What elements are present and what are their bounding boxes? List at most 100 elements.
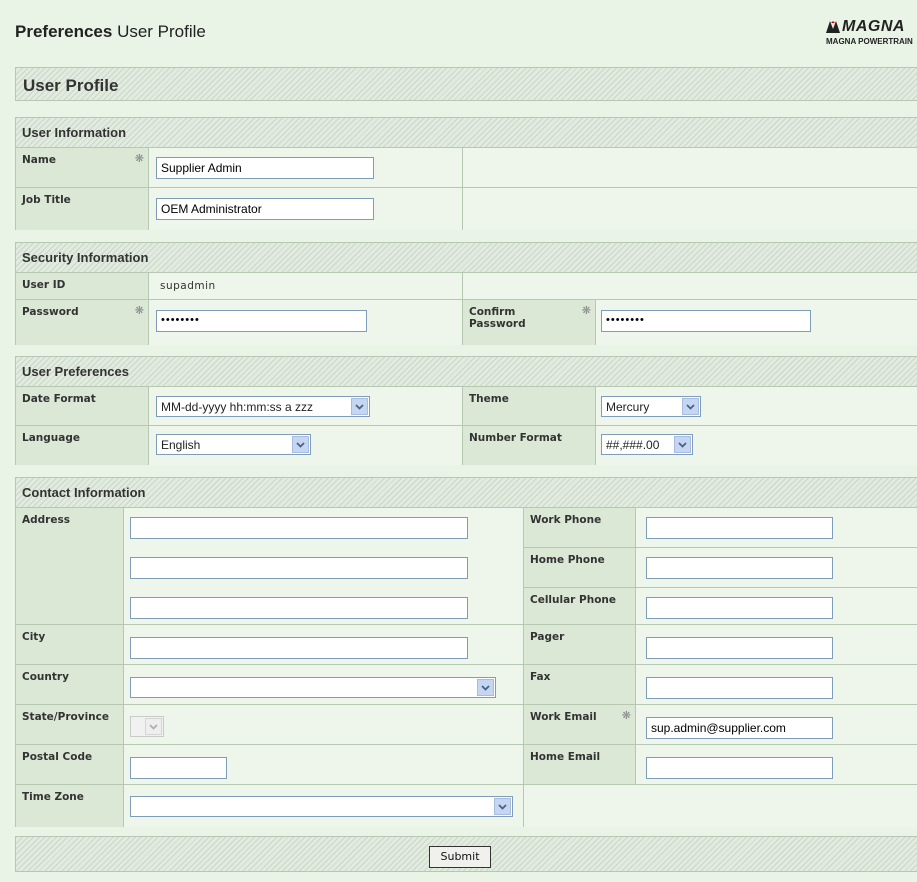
page-title-page: User Profile (112, 22, 206, 41)
postal-label-cell: Postal Code (16, 745, 124, 785)
timezone-label-cell: Time Zone (16, 785, 124, 827)
chevron-down-icon[interactable] (494, 798, 511, 815)
section-title: Security Information (22, 250, 149, 265)
cell-phone-label-cell: Cellular Phone (524, 588, 636, 625)
empty-cell (463, 273, 917, 300)
pager-label-cell: Pager (524, 625, 636, 665)
section-header: Contact Information (16, 478, 917, 508)
userid-label-cell: User ID (16, 273, 149, 300)
name-label: Name (22, 154, 56, 166)
timezone-select[interactable] (130, 796, 513, 817)
fax-label: Fax (530, 671, 551, 683)
date-format-select[interactable]: MM-dd-yyyy hh:mm:ss a zzz (156, 396, 370, 417)
theme-value: Mercury (606, 400, 650, 414)
state-value-cell (124, 705, 524, 745)
theme-select[interactable]: Mercury (601, 396, 701, 417)
city-label: City (22, 631, 46, 643)
magna-mark-icon (826, 21, 840, 33)
number-format-label: Number Format (469, 432, 562, 444)
chevron-down-icon[interactable] (477, 679, 494, 696)
chevron-down-icon[interactable] (682, 398, 699, 415)
pager-input[interactable] (646, 637, 833, 659)
name-label-cell: Name ❋ (16, 148, 149, 188)
job-title-label: Job Title (22, 194, 71, 206)
work-email-label: Work Email (530, 711, 597, 723)
timezone-label: Time Zone (22, 791, 84, 803)
address-label-cell: Address (16, 508, 124, 625)
userid-value: supadmin (160, 280, 216, 292)
date-format-label: Date Format (22, 393, 96, 405)
job-title-input[interactable]: OEM Administrator (156, 198, 374, 220)
profile-title: User Profile (23, 76, 119, 95)
user-preferences-section: User Preferences Date Format Theme Langu… (15, 356, 917, 465)
theme-label: Theme (469, 393, 509, 405)
confirm-password-label-cell: Confirm Password ❋ (463, 300, 596, 345)
work-email-label-cell: Work Email ❋ (524, 705, 636, 745)
section-header: User Information (16, 118, 917, 148)
country-select[interactable] (130, 677, 496, 698)
state-label: State/Province (22, 711, 109, 723)
postal-code-input[interactable] (130, 757, 227, 779)
state-select[interactable] (130, 716, 164, 737)
address-line3-input[interactable] (130, 597, 468, 619)
number-format-value: ##,###.00 (606, 438, 660, 452)
fax-input[interactable] (646, 677, 833, 699)
empty-cell (524, 785, 917, 827)
logo-bottom-text: MAGNA POWERTRAIN (826, 37, 913, 46)
home-phone-label: Home Phone (530, 554, 605, 566)
userid-label: User ID (22, 279, 66, 291)
work-phone-label-cell: Work Phone (524, 508, 636, 548)
userid-value-cell: supadmin (149, 273, 463, 300)
work-phone-label: Work Phone (530, 514, 602, 526)
cell-phone-input[interactable] (646, 597, 833, 619)
home-phone-input[interactable] (646, 557, 833, 579)
date-format-label-cell: Date Format (16, 387, 149, 426)
section-title: User Information (22, 125, 127, 140)
section-title: Contact Information (22, 485, 146, 500)
postal-label: Postal Code (22, 751, 93, 763)
address-label: Address (22, 514, 70, 526)
chevron-down-icon[interactable] (351, 398, 368, 415)
page-title: Preferences User Profile (15, 22, 206, 42)
number-format-select[interactable]: ##,###.00 (601, 434, 693, 455)
home-email-input[interactable] (646, 757, 833, 779)
password-label-cell: Password ❋ (16, 300, 149, 345)
language-label: Language (22, 432, 80, 444)
chevron-down-icon[interactable] (145, 718, 162, 735)
submit-button[interactable]: Submit (429, 846, 491, 868)
page-title-section: Preferences (15, 22, 113, 41)
chevron-down-icon[interactable] (292, 436, 309, 453)
home-email-label-cell: Home Email (524, 745, 636, 785)
state-label-cell: State/Province (16, 705, 124, 745)
country-label-cell: Country (16, 665, 124, 705)
confirm-password-input[interactable]: •••••••• (601, 310, 811, 332)
section-title: User Preferences (22, 364, 129, 379)
password-input[interactable]: •••••••• (156, 310, 367, 332)
city-input[interactable] (130, 637, 468, 659)
home-email-label: Home Email (530, 751, 601, 763)
section-header: User Preferences (16, 357, 917, 387)
theme-label-cell: Theme (463, 387, 596, 426)
work-email-input[interactable]: sup.admin@supplier.com (646, 717, 833, 739)
empty-cell (463, 188, 917, 230)
cell-phone-label: Cellular Phone (530, 594, 616, 606)
logo-top-text: MAGNA (842, 18, 905, 35)
required-icon: ❋ (134, 152, 144, 165)
address-line1-input[interactable] (130, 517, 468, 539)
section-header: Security Information (16, 243, 917, 273)
fax-label-cell: Fax (524, 665, 636, 705)
address-line2-input[interactable] (130, 557, 468, 579)
number-format-label-cell: Number Format (463, 426, 596, 465)
language-select[interactable]: English (156, 434, 311, 455)
work-phone-input[interactable] (646, 517, 833, 539)
city-label-cell: City (16, 625, 124, 665)
name-input[interactable]: Supplier Admin (156, 157, 374, 179)
home-phone-label-cell: Home Phone (524, 548, 636, 588)
required-icon: ❋ (134, 304, 144, 317)
date-format-value: MM-dd-yyyy hh:mm:ss a zzz (161, 400, 314, 414)
password-label: Password (22, 306, 79, 318)
chevron-down-icon[interactable] (674, 436, 691, 453)
job-title-label-cell: Job Title (16, 188, 149, 230)
language-value: English (161, 438, 201, 452)
magna-logo: MAGNA MAGNA POWERTRAIN (826, 18, 917, 58)
